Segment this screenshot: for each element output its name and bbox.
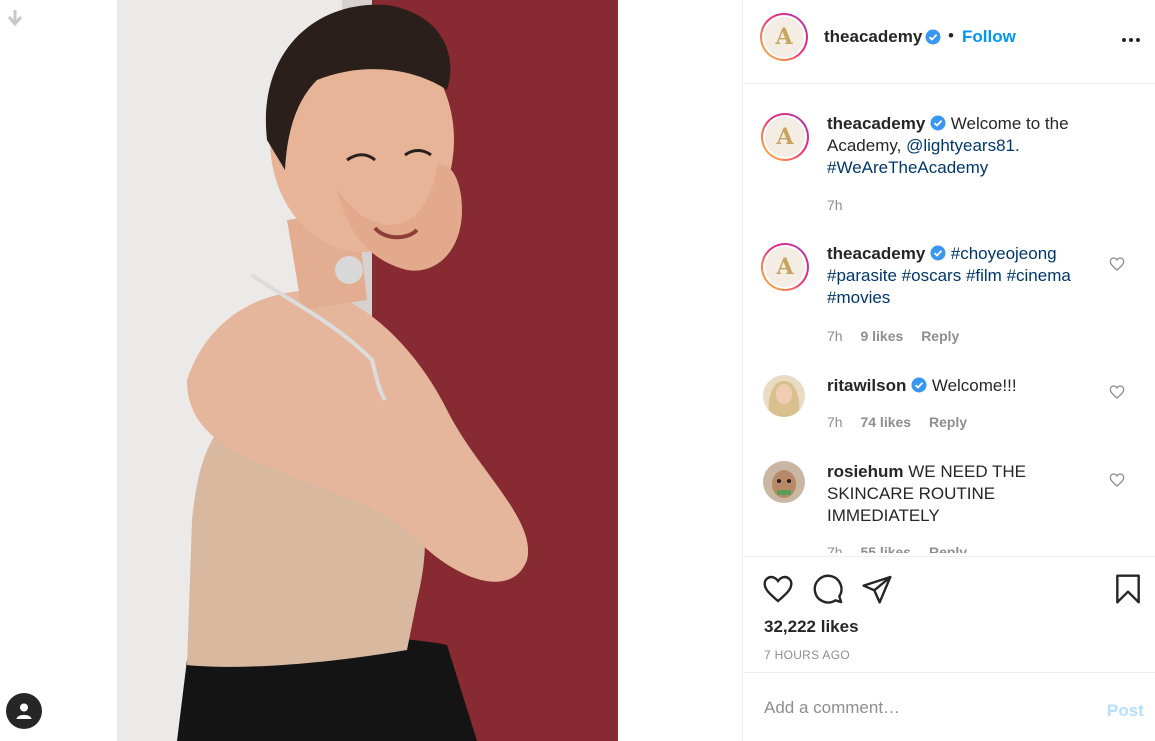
comment-text: rosiehum WE NEED THE SKINCARE ROUTINE IM…: [827, 461, 1097, 527]
post-header: A theacademy • Follow: [743, 0, 1155, 84]
comment-meta: 7h 9 likes Reply: [827, 328, 973, 344]
post-side-panel: A theacademy • Follow A theacademy Welco…: [742, 0, 1155, 741]
heart-icon[interactable]: [762, 573, 794, 605]
follow-button[interactable]: Follow: [962, 27, 1016, 47]
caption-username[interactable]: theacademy: [827, 114, 925, 133]
mention-link[interactable]: @lightyears81: [906, 136, 1015, 155]
caption-punctuation: .: [1015, 136, 1020, 155]
hashtag-link[interactable]: #WeAreTheAcademy: [827, 158, 988, 177]
more-options-icon[interactable]: [1119, 28, 1143, 52]
comment-like-icon[interactable]: [1109, 472, 1125, 488]
comment-meta: 7h 55 likes Reply: [827, 544, 981, 553]
hashtag-link[interactable]: #movies: [827, 288, 890, 307]
comment-like-icon[interactable]: [1109, 256, 1125, 272]
comment-time: 7h: [827, 544, 843, 553]
hashtag-link[interactable]: #film: [966, 266, 1002, 285]
add-comment-bar: Post: [743, 672, 1155, 741]
verified-badge-icon: [911, 377, 927, 393]
comment-avatar[interactable]: [763, 375, 805, 417]
comment-time: 7h: [827, 414, 843, 430]
post-actions: 32,222 likes 7 HOURS AGO: [743, 556, 1155, 666]
verified-badge-icon: [930, 115, 946, 131]
separator-dot: •: [948, 26, 954, 45]
comment-avatar[interactable]: [763, 461, 805, 503]
author-avatar[interactable]: A: [760, 13, 808, 61]
verified-badge-icon: [930, 245, 946, 261]
caption-meta: 7h: [827, 197, 857, 213]
comment-username[interactable]: rosiehum: [827, 462, 904, 481]
reply-button[interactable]: Reply: [929, 414, 967, 430]
add-comment-input[interactable]: [764, 695, 1064, 721]
verified-badge-icon: [925, 29, 941, 45]
post-photo[interactable]: [117, 0, 618, 741]
comment-likes[interactable]: 55 likes: [860, 544, 911, 553]
likes-count[interactable]: 32,222 likes: [764, 617, 859, 637]
comment-username[interactable]: ritawilson: [827, 376, 906, 395]
comment-text: theacademy #choyeojeong #parasite #oscar…: [827, 243, 1097, 309]
account-icon[interactable]: [6, 693, 42, 729]
comment-time: 7h: [827, 328, 843, 344]
reply-button[interactable]: Reply: [929, 544, 967, 553]
bookmark-icon[interactable]: [1112, 573, 1144, 605]
comment-icon[interactable]: [812, 573, 844, 605]
comment-likes[interactable]: 74 likes: [860, 414, 911, 430]
comment-body: Welcome!!!: [931, 376, 1017, 395]
comment-text: ritawilson Welcome!!!: [827, 375, 1097, 397]
arrow-down-icon[interactable]: [6, 8, 24, 28]
caption-time: 7h: [827, 197, 843, 213]
comment-likes[interactable]: 9 likes: [860, 328, 903, 344]
author-username[interactable]: theacademy: [824, 27, 922, 47]
hashtag-link[interactable]: #cinema: [1007, 266, 1071, 285]
post-comment-button[interactable]: Post: [1107, 701, 1144, 721]
comment-avatar[interactable]: A: [761, 243, 809, 291]
hashtag-link[interactable]: #oscars: [902, 266, 962, 285]
comment-meta: 7h 74 likes Reply: [827, 414, 981, 430]
hashtag-link[interactable]: #choyeojeong: [951, 244, 1057, 263]
hashtag-link[interactable]: #parasite: [827, 266, 897, 285]
reply-button[interactable]: Reply: [921, 328, 959, 344]
caption-avatar[interactable]: A: [761, 113, 809, 161]
post-time: 7 HOURS AGO: [764, 648, 850, 662]
share-icon[interactable]: [861, 573, 893, 605]
comments-list[interactable]: A theacademy Welcome to the Academy, @li…: [743, 85, 1155, 553]
comment-username[interactable]: theacademy: [827, 244, 925, 263]
caption-text: theacademy Welcome to the Academy, @ligh…: [827, 113, 1097, 179]
comment-like-icon[interactable]: [1109, 384, 1125, 400]
